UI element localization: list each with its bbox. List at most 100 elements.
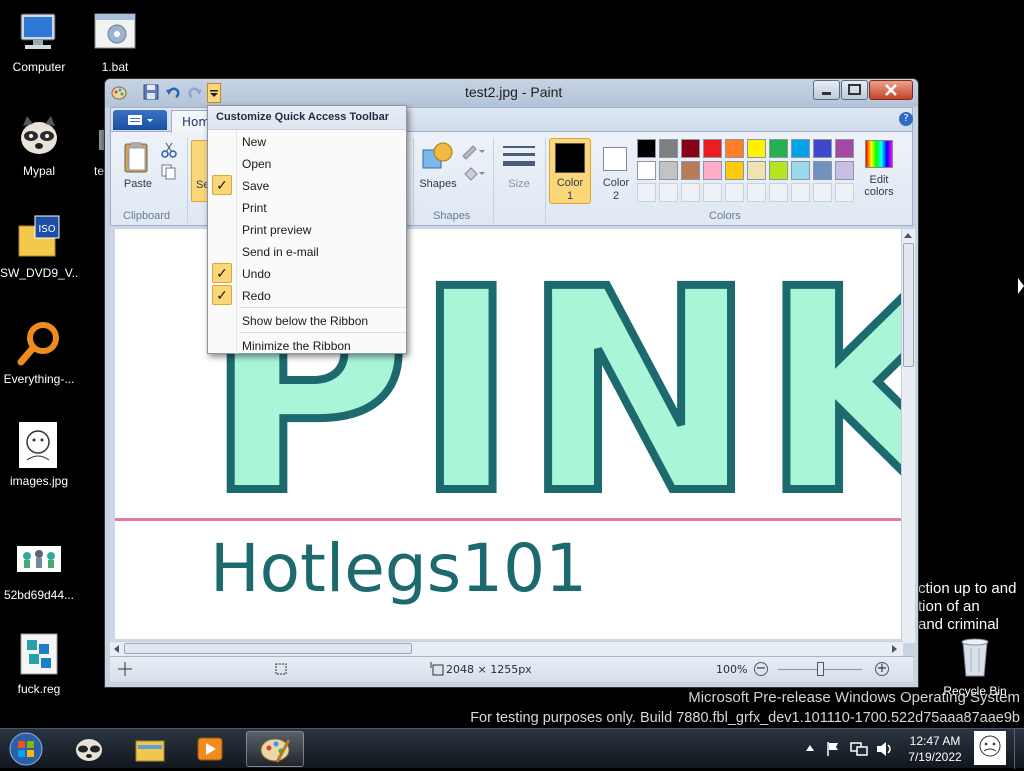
paste-button[interactable]: Paste: [121, 140, 161, 190]
image-size-icon: [430, 662, 444, 679]
menu-item-undo[interactable]: ✓ Undo: [208, 262, 406, 284]
palette-swatch[interactable]: [703, 139, 722, 158]
custom-color-slot[interactable]: [769, 183, 788, 202]
palette-swatch[interactable]: [725, 161, 744, 180]
taskbar-explorer[interactable]: [120, 731, 178, 767]
vertical-scrollbar[interactable]: [901, 229, 915, 643]
custom-color-slot[interactable]: [659, 183, 678, 202]
paste-label: Paste: [123, 178, 153, 190]
computer-icon: [15, 8, 63, 56]
vertical-scroll-thumb[interactable]: [903, 243, 914, 367]
zoom-in-button[interactable]: +: [875, 662, 889, 676]
palette-swatch[interactable]: [747, 139, 766, 158]
desktop-icon-1bat[interactable]: 1.bat: [76, 8, 154, 74]
palette-swatch[interactable]: [813, 139, 832, 158]
clock-time[interactable]: 12:47 AM: [900, 734, 970, 748]
action-center-flag-icon[interactable]: [826, 741, 840, 761]
palette-swatch[interactable]: [747, 161, 766, 180]
minimize-button[interactable]: [813, 80, 840, 100]
network-icon[interactable]: [850, 741, 868, 761]
palette-swatch[interactable]: [791, 139, 810, 158]
palette-swatch[interactable]: [835, 161, 854, 180]
show-desktop-button[interactable]: [1014, 729, 1024, 769]
user-avatar[interactable]: [974, 731, 1006, 765]
start-button[interactable]: [6, 731, 46, 767]
palette-swatch[interactable]: [725, 139, 744, 158]
maximize-button[interactable]: [841, 80, 868, 100]
palette-swatch[interactable]: [769, 161, 788, 180]
color2-button[interactable]: Color 2: [595, 138, 635, 204]
desktop-icon-iso[interactable]: ISO SW_DVD9_V...: [0, 214, 78, 280]
taskbar-media-player[interactable]: [180, 731, 238, 767]
paint-app-icon[interactable]: [111, 84, 127, 100]
image-thumbnail-icon: [15, 422, 63, 470]
desktop-icon-computer[interactable]: Computer: [0, 8, 78, 74]
paint-menu-button[interactable]: [113, 110, 167, 130]
palette-swatch[interactable]: [835, 139, 854, 158]
menu-item-show-below-ribbon[interactable]: Show below the Ribbon: [208, 309, 406, 331]
desktop-icon-images[interactable]: images.jpg: [0, 422, 78, 488]
customize-qat-dropdown[interactable]: [207, 83, 221, 103]
palette-swatch[interactable]: [769, 139, 788, 158]
taskbar-mypal[interactable]: [60, 731, 118, 767]
menu-item-redo[interactable]: ✓ Redo: [208, 284, 406, 306]
custom-color-slot[interactable]: [725, 183, 744, 202]
cursor-arrow-icon: [1018, 278, 1024, 294]
menu-item-print-preview[interactable]: Print preview: [208, 218, 406, 240]
custom-color-slot[interactable]: [637, 183, 656, 202]
fill-icon[interactable]: [461, 164, 485, 186]
palette-swatch[interactable]: [681, 139, 700, 158]
scroll-up-icon[interactable]: [904, 233, 912, 238]
image-thumbnail-icon: [15, 536, 63, 584]
desktop-icon-reg[interactable]: fuck.reg: [0, 630, 78, 696]
menu-item-new[interactable]: New: [208, 130, 406, 152]
palette-swatch[interactable]: [659, 139, 678, 158]
palette-swatch[interactable]: [637, 139, 656, 158]
desktop-icon-mypal[interactable]: Mypal: [0, 112, 78, 178]
horizontal-scroll-thumb[interactable]: [124, 643, 412, 654]
cut-icon[interactable]: [161, 142, 177, 162]
close-button[interactable]: [869, 80, 913, 100]
copy-icon[interactable]: [161, 164, 177, 184]
palette-swatch[interactable]: [637, 161, 656, 180]
color1-button[interactable]: Color 1: [549, 138, 591, 204]
edit-colors-button[interactable]: Edit colors: [859, 138, 899, 198]
desktop-icon-52bd[interactable]: 52bd69d44...: [0, 536, 78, 602]
palette-swatch[interactable]: [703, 161, 722, 180]
menu-item-save[interactable]: ✓ Save: [208, 174, 406, 196]
palette-swatch[interactable]: [791, 161, 810, 180]
menu-item-minimize-ribbon[interactable]: Minimize the Ribbon: [208, 334, 406, 356]
menu-item-open[interactable]: Open: [208, 152, 406, 174]
volume-icon[interactable]: [876, 741, 894, 761]
scroll-right-icon[interactable]: [892, 645, 897, 653]
custom-color-slot[interactable]: [703, 183, 722, 202]
show-hidden-icons[interactable]: [806, 745, 814, 751]
custom-color-slot[interactable]: [791, 183, 810, 202]
desktop-icon-label: 52bd69d44...: [3, 588, 75, 602]
size-button[interactable]: Size: [501, 140, 537, 190]
menu-item-print[interactable]: Print: [208, 196, 406, 218]
menu-item-send-email[interactable]: Send in e-mail: [208, 240, 406, 262]
zoom-slider-thumb[interactable]: [817, 662, 824, 676]
custom-color-slot[interactable]: [835, 183, 854, 202]
palette-swatch[interactable]: [813, 161, 832, 180]
palette-swatch[interactable]: [659, 161, 678, 180]
save-icon[interactable]: [143, 84, 159, 100]
palette-swatch[interactable]: [681, 161, 700, 180]
outline-icon[interactable]: [461, 142, 485, 164]
custom-color-slot[interactable]: [681, 183, 700, 202]
taskbar-paint[interactable]: [246, 731, 304, 767]
title-bar[interactable]: test2.jpg - Paint: [105, 79, 918, 107]
undo-icon[interactable]: [165, 84, 181, 100]
custom-color-slot[interactable]: [747, 183, 766, 202]
scroll-left-icon[interactable]: [114, 645, 119, 653]
menu-item-label: Redo: [242, 289, 271, 303]
horizontal-scrollbar[interactable]: [110, 641, 903, 656]
shapes-button[interactable]: Shapes: [415, 140, 461, 190]
desktop-icon-everything[interactable]: Everything-...: [0, 320, 78, 386]
custom-color-slot[interactable]: [813, 183, 832, 202]
clock-date[interactable]: 7/19/2022: [900, 750, 970, 764]
redo-icon[interactable]: [187, 84, 203, 100]
help-icon[interactable]: ?: [899, 112, 913, 126]
zoom-out-button[interactable]: −: [754, 662, 768, 676]
